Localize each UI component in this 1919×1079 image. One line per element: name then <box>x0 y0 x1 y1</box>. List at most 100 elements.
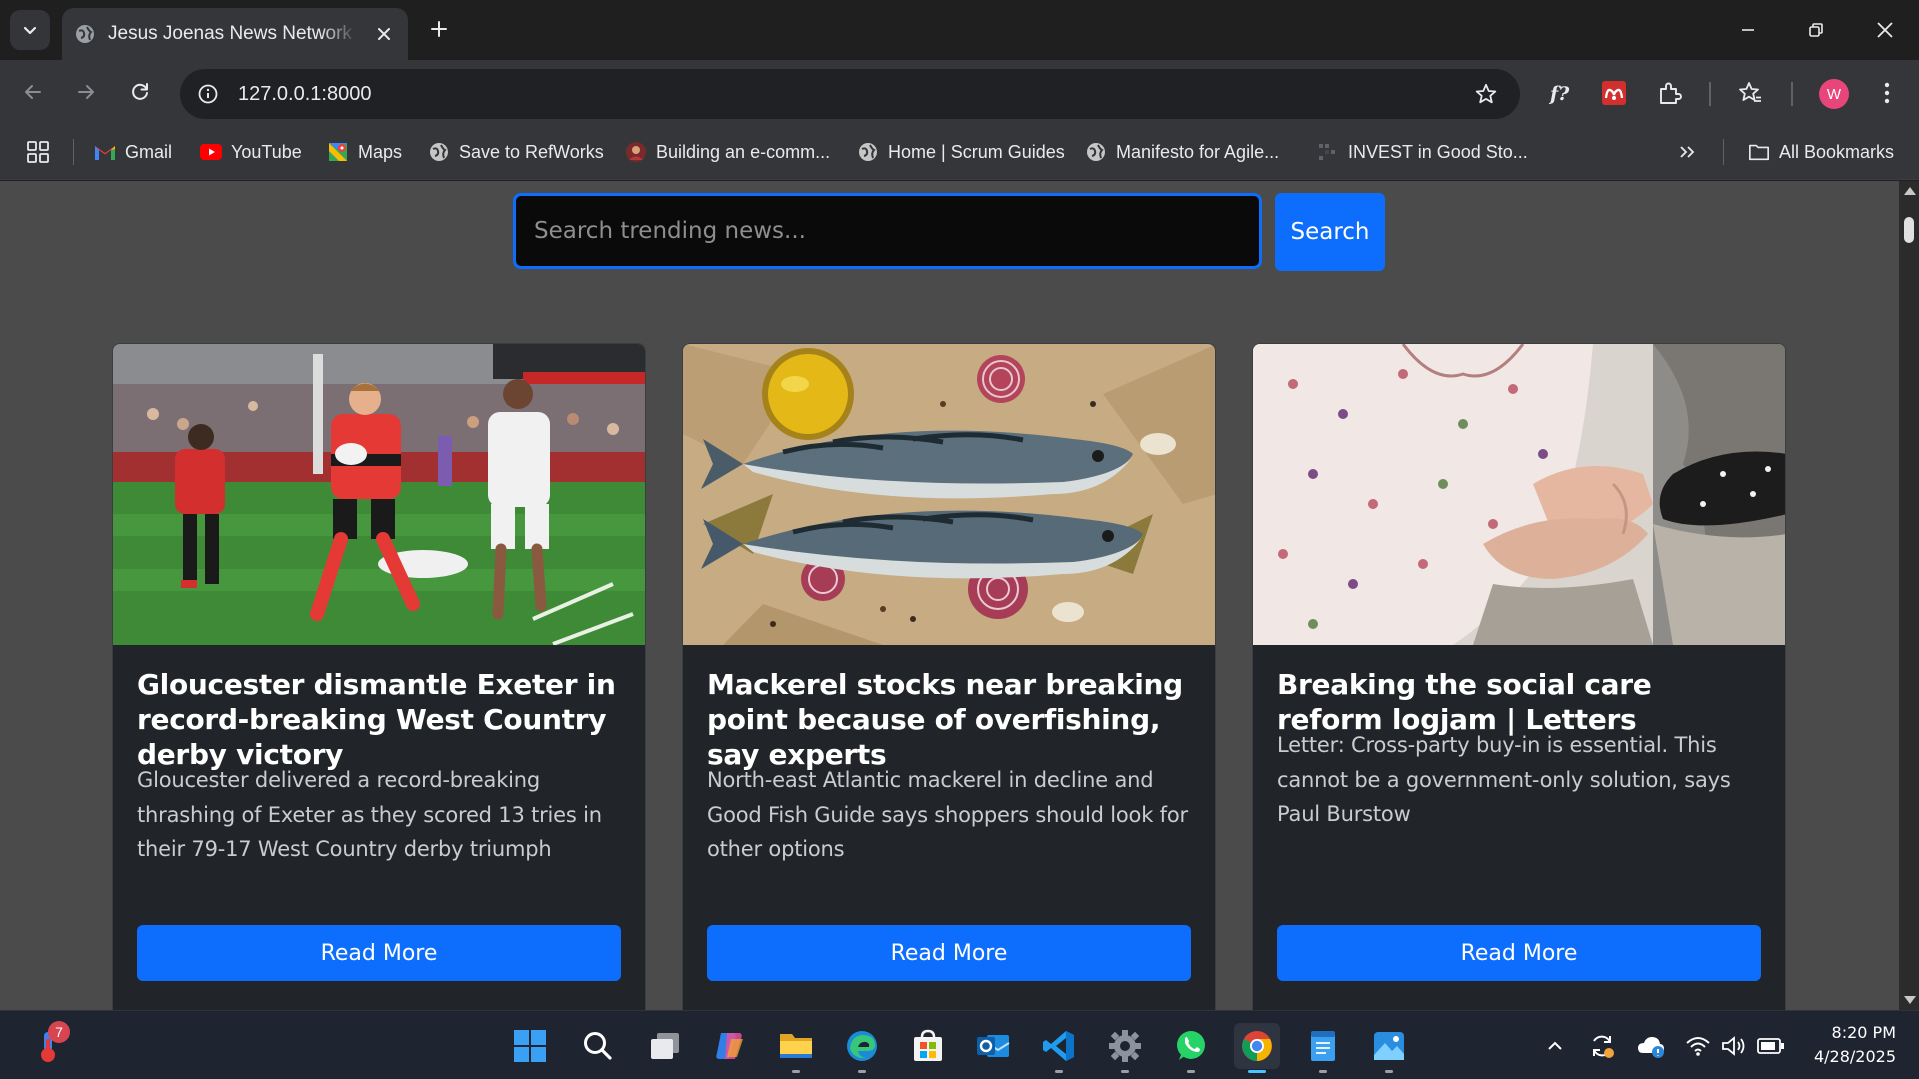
profile-avatar[interactable]: W <box>1819 79 1849 109</box>
vscode-app[interactable] <box>1036 1023 1082 1073</box>
sync-tray-icon[interactable] <box>1587 1031 1617 1061</box>
star-list-icon <box>1739 82 1761 102</box>
notepad-app[interactable] <box>1300 1023 1346 1073</box>
info-icon <box>198 84 218 104</box>
task-view-icon <box>651 1033 679 1059</box>
scroll-down-arrow[interactable] <box>1904 996 1916 1004</box>
bookmark-star-button[interactable] <box>1470 78 1502 110</box>
tab-close-button[interactable] <box>372 22 396 46</box>
folder-icon <box>1749 144 1769 161</box>
close-window-button[interactable] <box>1865 10 1905 50</box>
browser-toolbar: 127.0.0.1:8000 f? W <box>0 60 1919 125</box>
bookmark-maps[interactable]: Maps <box>327 137 402 167</box>
page-viewport: Search trending news... Search Glouceste… <box>0 181 1899 1010</box>
task-view-button[interactable] <box>642 1023 688 1069</box>
wifi-tray-icon[interactable] <box>1683 1031 1713 1061</box>
settings-app[interactable] <box>1102 1023 1148 1073</box>
address-bar[interactable]: 127.0.0.1:8000 <box>180 69 1520 119</box>
site-info-button[interactable] <box>190 76 226 112</box>
photos-icon <box>1374 1032 1404 1060</box>
bookmark-refworks[interactable]: Save to RefWorks <box>428 137 604 167</box>
minimize-icon <box>1742 29 1754 31</box>
volume-tray-icon[interactable] <box>1719 1031 1749 1061</box>
whatsapp-app[interactable] <box>1168 1023 1214 1073</box>
whatsapp-icon <box>1177 1031 1205 1060</box>
running-indicator <box>1187 1070 1195 1073</box>
forward-button[interactable] <box>66 72 106 112</box>
outlook-app[interactable] <box>970 1023 1016 1069</box>
font-finder-extension[interactable]: f? <box>1541 74 1579 112</box>
restore-button[interactable] <box>1796 10 1836 50</box>
news-card: Gloucester dismantle Exeter in record-br… <box>112 343 646 1010</box>
onedrive-tray-icon[interactable] <box>1636 1031 1666 1061</box>
system-clock[interactable]: 8:20 PM 4/28/2025 <box>1806 1021 1896 1069</box>
article-description: North-east Atlantic mackerel in decline … <box>707 768 1188 861</box>
browser-menu-button[interactable] <box>1868 74 1906 112</box>
new-tab-button[interactable] <box>422 12 456 46</box>
notepad-icon <box>1311 1031 1335 1061</box>
article-title: Breaking the social care reform logjam |… <box>1277 668 1652 736</box>
kebab-menu-icon <box>1884 82 1890 104</box>
chrome-icon <box>1242 1031 1272 1061</box>
copilot-app[interactable] <box>707 1023 753 1069</box>
show-hidden-icons-button[interactable] <box>1540 1031 1570 1061</box>
file-explorer-app[interactable] <box>773 1023 819 1073</box>
bookmark-label: Manifesto for Agile... <box>1116 141 1280 162</box>
tab-search-button[interactable] <box>10 10 50 50</box>
back-button[interactable] <box>13 72 53 112</box>
browser-title-bar: Jesus Joenas News Network | H <box>0 0 1919 60</box>
battery-tray-icon[interactable] <box>1756 1031 1786 1061</box>
extensions-button[interactable] <box>1651 74 1689 112</box>
bookmark-label: YouTube <box>231 141 302 162</box>
bookmark-label: Maps <box>358 141 403 162</box>
chevron-down-icon <box>23 26 37 35</box>
more-bookmarks-button[interactable] <box>1677 137 1697 167</box>
youtube-icon <box>200 144 222 160</box>
search-button[interactable]: Search <box>1275 193 1385 271</box>
puzzle-icon <box>1660 82 1682 104</box>
toolbar-divider <box>1791 82 1793 106</box>
bookmark-scrum-guides[interactable]: Home | Scrum Guides <box>857 137 1065 167</box>
read-more-button[interactable]: Read More <box>1277 925 1761 981</box>
holding-hands-photo <box>1253 344 1785 645</box>
mendeley-extension[interactable] <box>1595 74 1633 112</box>
edge-app[interactable] <box>839 1023 885 1073</box>
address-url[interactable]: 127.0.0.1:8000 <box>238 83 371 106</box>
start-button[interactable] <box>507 1023 553 1069</box>
mendeley-icon <box>1602 81 1626 105</box>
read-more-button[interactable]: Read More <box>137 925 621 981</box>
photos-app[interactable] <box>1366 1023 1412 1073</box>
article-description: Letter: Cross-party buy-in is essential.… <box>1277 733 1731 826</box>
bookmark-agile-manifesto[interactable]: Manifesto for Agile... <box>1085 137 1279 167</box>
sync-icon <box>1593 1035 1614 1058</box>
svg-text:f?: f? <box>1548 83 1570 105</box>
bookmark-gmail[interactable]: Gmail <box>94 137 172 167</box>
bookmark-youtube[interactable]: YouTube <box>200 137 302 167</box>
chevron-double-right-icon <box>1680 146 1695 158</box>
apps-button[interactable] <box>24 138 52 166</box>
site-icon <box>626 142 646 162</box>
bookmark-ecommerce[interactable]: Building an e-comm... <box>625 137 830 167</box>
restore-icon <box>1809 23 1823 37</box>
bookmark-label: Building an e-comm... <box>656 141 831 162</box>
bookmark-label: INVEST in Good Sto... <box>1348 141 1528 162</box>
windows-taskbar: 7 8:20 PM 4/28/2025 <box>0 1010 1919 1079</box>
read-more-button[interactable]: Read More <box>707 925 1191 981</box>
browser-tab-active[interactable]: Jesus Joenas News Network | H <box>62 8 408 60</box>
all-bookmarks-button[interactable]: All Bookmarks <box>1748 137 1894 167</box>
reload-button[interactable] <box>120 72 160 112</box>
chrome-app[interactable] <box>1234 1023 1280 1073</box>
taskbar-search[interactable] <box>575 1023 621 1069</box>
bookmarks-panel-button[interactable] <box>1731 74 1769 112</box>
microsoft-store-app[interactable] <box>905 1023 951 1069</box>
minimize-button[interactable] <box>1728 10 1768 50</box>
all-bookmarks-label: All Bookmarks <box>1779 141 1895 162</box>
search-input[interactable] <box>513 193 1262 269</box>
page-scrollbar[interactable] <box>1899 181 1919 1010</box>
bookmarks-divider <box>73 139 74 165</box>
star-outline-icon <box>1475 83 1497 104</box>
chevron-up-icon <box>1548 1041 1562 1050</box>
scroll-up-arrow[interactable] <box>1904 187 1916 195</box>
bookmark-invest[interactable]: INVEST in Good Sto... <box>1317 137 1528 167</box>
scroll-thumb[interactable] <box>1904 217 1914 243</box>
